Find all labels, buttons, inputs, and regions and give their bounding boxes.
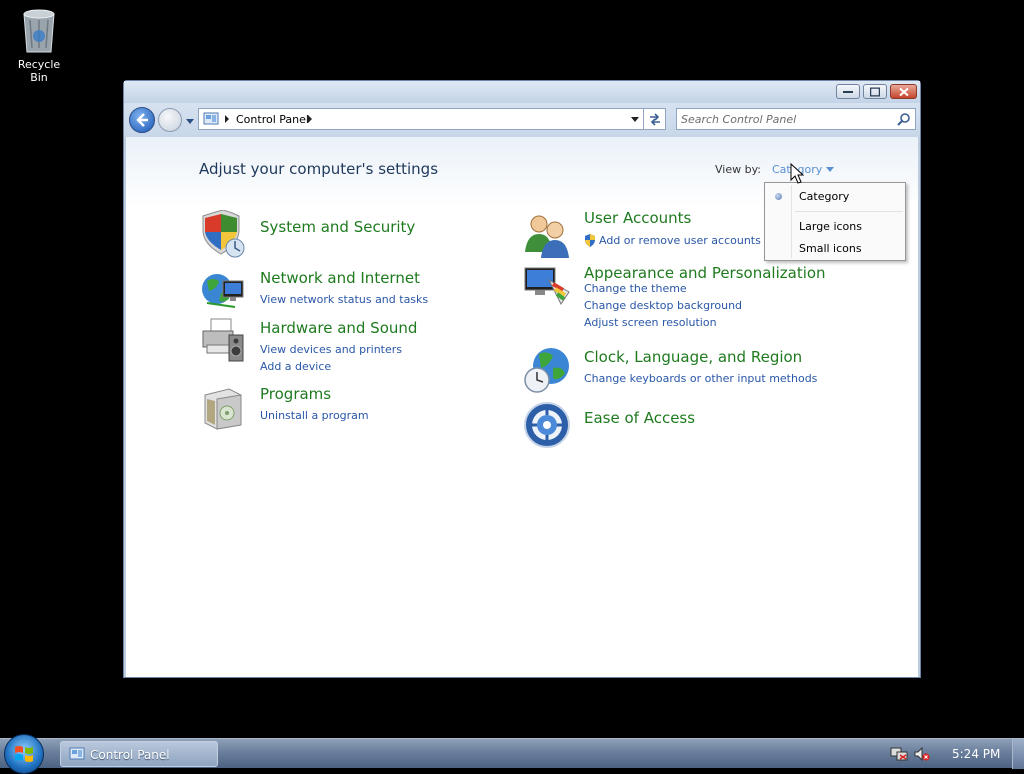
monitor-palette-icon[interactable] — [523, 262, 571, 310]
page-title: Adjust your computer's settings — [199, 160, 439, 178]
search-input[interactable] — [681, 111, 891, 127]
category-title-appearance-and-personalization[interactable]: Appearance and Personalization — [584, 264, 826, 282]
back-button[interactable] — [129, 107, 155, 133]
refresh-button[interactable] — [644, 108, 666, 130]
link-uninstall-a-program[interactable]: Uninstall a program — [260, 409, 369, 422]
ease-of-access-icon[interactable] — [523, 401, 571, 449]
network-tray-icon[interactable] — [890, 747, 908, 761]
link-change-keyboards[interactable]: Change keyboards or other input methods — [584, 372, 817, 385]
close-icon — [898, 87, 909, 96]
minimize-button[interactable] — [836, 84, 860, 99]
control-panel-icon — [69, 747, 85, 760]
address-history-dropdown-icon[interactable] — [631, 117, 639, 123]
control-panel-content: Adjust your computer's settings View by:… — [126, 137, 918, 677]
maximize-button[interactable] — [863, 84, 887, 99]
menu-item-small-icons[interactable]: Small icons — [799, 242, 862, 255]
view-by-menu: Category Large icons Small icons — [764, 182, 906, 261]
category-title-programs[interactable]: Programs — [260, 385, 331, 403]
mouse-cursor-icon — [790, 163, 804, 184]
category-title-network-and-internet[interactable]: Network and Internet — [260, 269, 420, 287]
windows-logo-icon — [15, 746, 33, 762]
breadcrumb-control-panel[interactable]: Control Panel — [236, 113, 309, 126]
selected-radio-icon — [775, 193, 782, 200]
breadcrumb-arrow-icon — [225, 115, 229, 123]
category-title-clock-language-and-region[interactable]: Clock, Language, and Region — [584, 348, 802, 366]
taskbar-item-label: Control Panel — [90, 748, 170, 762]
desktop: Recycle Bin Control Panel Search Control… — [0, 0, 1024, 738]
close-button[interactable] — [890, 84, 917, 99]
menu-item-category[interactable]: Category — [799, 190, 849, 203]
users-icon[interactable] — [523, 212, 571, 260]
control-panel-icon — [203, 112, 219, 125]
recycle-bin[interactable]: Recycle Bin — [8, 6, 70, 84]
uac-shield-icon — [585, 234, 595, 247]
link-view-network-status[interactable]: View network status and tasks — [260, 293, 428, 306]
programs-box-icon[interactable] — [199, 383, 247, 431]
recycle-bin-label: Recycle Bin — [17, 58, 61, 84]
system-clock[interactable]: 5:24 PM — [952, 747, 1000, 761]
category-title-ease-of-access[interactable]: Ease of Access — [584, 409, 695, 427]
title-bar[interactable] — [124, 81, 920, 103]
navigation-bar: Control Panel — [124, 103, 920, 137]
link-view-devices-and-printers[interactable]: View devices and printers — [260, 343, 402, 356]
taskbar: Control Panel 5:24 PM — [0, 734, 1024, 774]
view-by-label: View by: — [715, 163, 761, 176]
show-desktop-button[interactable] — [1012, 739, 1024, 769]
recycle-bin-icon — [20, 6, 58, 54]
link-add-a-device[interactable]: Add a device — [260, 360, 331, 373]
taskbar-item-control-panel[interactable]: Control Panel — [60, 741, 218, 767]
chevron-down-icon — [186, 119, 194, 124]
category-title-user-accounts[interactable]: User Accounts — [584, 209, 691, 227]
link-change-desktop-background[interactable]: Change desktop background — [584, 299, 742, 312]
network-globe-icon[interactable] — [199, 267, 247, 315]
menu-gutter — [791, 185, 792, 258]
shield-icon[interactable] — [199, 210, 247, 258]
forward-button[interactable] — [158, 108, 182, 132]
category-title-system-and-security[interactable]: System and Security — [260, 218, 415, 236]
globe-clock-icon[interactable] — [523, 346, 571, 394]
refresh-icon — [650, 113, 660, 126]
start-button[interactable] — [4, 734, 44, 774]
link-change-the-theme[interactable]: Change the theme — [584, 282, 687, 295]
menu-item-large-icons[interactable]: Large icons — [799, 220, 862, 233]
volume-muted-icon[interactable] — [914, 747, 930, 761]
chevron-down-icon[interactable] — [826, 167, 834, 172]
search-icon[interactable] — [897, 112, 911, 126]
address-bar[interactable]: Control Panel — [198, 108, 644, 130]
maximize-icon — [870, 87, 880, 96]
search-box[interactable] — [676, 108, 916, 130]
category-title-hardware-and-sound[interactable]: Hardware and Sound — [260, 319, 417, 337]
back-arrow-icon — [136, 113, 148, 127]
link-adjust-screen-resolution[interactable]: Adjust screen resolution — [584, 316, 717, 329]
breadcrumb-arrow-icon[interactable] — [307, 115, 313, 123]
minimize-icon — [843, 90, 853, 93]
recent-pages-button[interactable] — [184, 113, 196, 127]
link-add-remove-user-accounts[interactable]: Add or remove user accounts — [599, 234, 761, 247]
menu-separator — [795, 211, 903, 212]
printer-icon[interactable] — [199, 317, 247, 365]
